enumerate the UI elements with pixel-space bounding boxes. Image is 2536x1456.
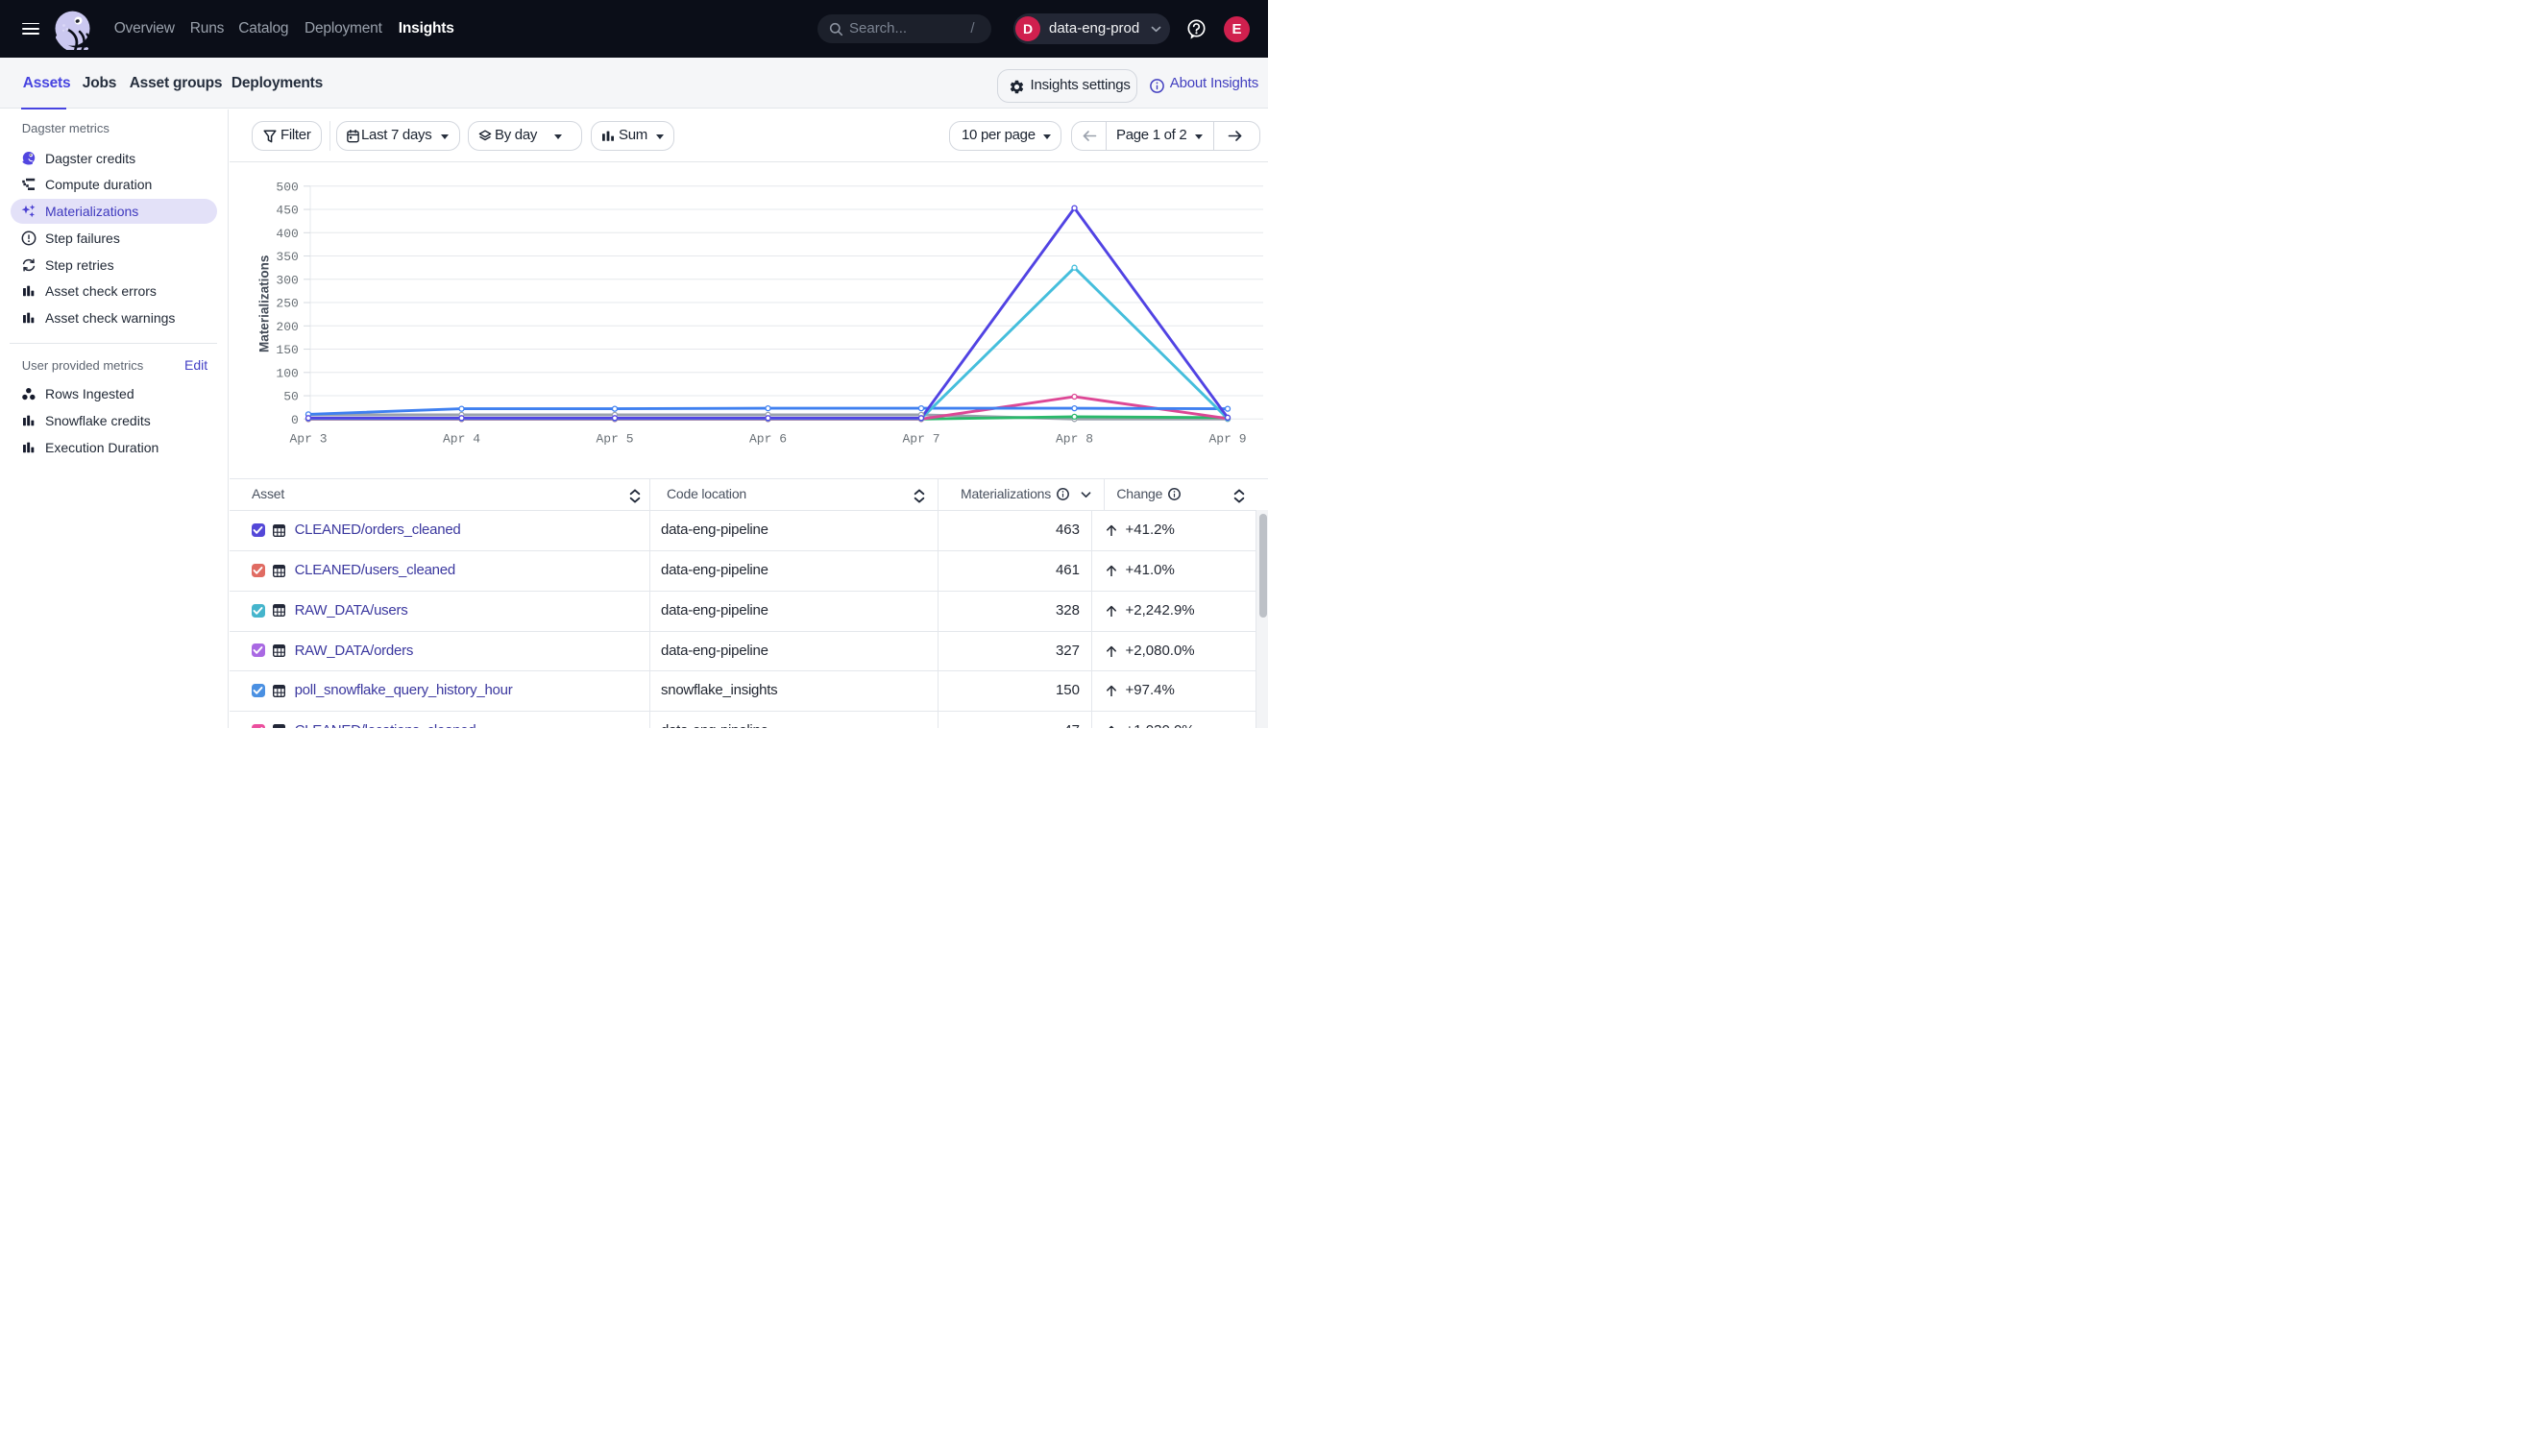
svg-text:Apr 7: Apr 7: [902, 432, 939, 447]
svg-text:Materializations: Materializations: [256, 255, 271, 352]
svg-text:Apr 5: Apr 5: [596, 432, 633, 447]
svg-text:150: 150: [276, 343, 298, 357]
svg-text:Apr 3: Apr 3: [289, 432, 327, 447]
svg-text:200: 200: [276, 320, 298, 334]
svg-text:0: 0: [290, 413, 298, 427]
svg-text:400: 400: [276, 227, 298, 241]
svg-text:100: 100: [276, 367, 298, 381]
svg-text:Apr 9: Apr 9: [1208, 432, 1246, 447]
svg-text:50: 50: [283, 390, 299, 404]
svg-text:Apr 6: Apr 6: [748, 432, 786, 447]
svg-text:250: 250: [276, 297, 298, 311]
svg-text:500: 500: [276, 181, 298, 195]
svg-text:Apr 4: Apr 4: [442, 432, 479, 447]
svg-text:450: 450: [276, 204, 298, 218]
svg-text:Apr 8: Apr 8: [1055, 432, 1092, 447]
svg-text:350: 350: [276, 250, 298, 264]
svg-text:300: 300: [276, 274, 298, 288]
